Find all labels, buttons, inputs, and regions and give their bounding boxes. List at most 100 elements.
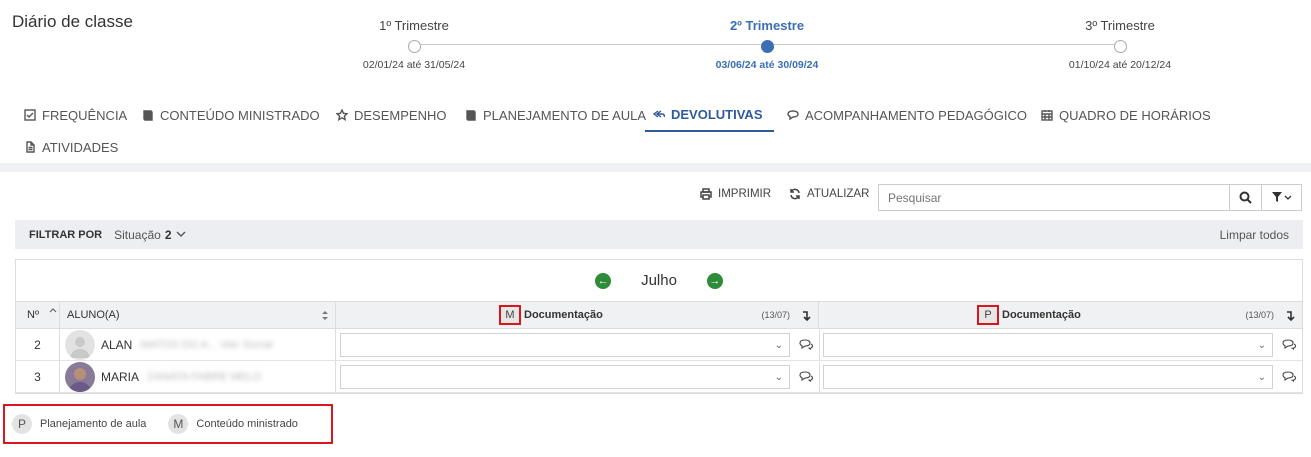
trimester-dot[interactable] xyxy=(760,40,774,53)
filter-bar: FILTRAR POR Situação 2 Limpar todos xyxy=(15,220,1303,249)
page-title: Diário de classe xyxy=(12,12,133,31)
trimester-dates: 02/01/24 até 31/05/24 xyxy=(362,59,466,71)
tab-label: ATIVIDADES xyxy=(42,139,119,155)
avatar xyxy=(65,361,95,392)
tab-label: PLANEJAMENTO DE AULA xyxy=(483,107,647,123)
check-square-icon xyxy=(24,109,36,121)
chevron-down-icon: ⌄ xyxy=(774,340,783,351)
tab-label: CONTEÚDO MINISTRADO xyxy=(160,107,320,123)
chevron-down-icon: ⌄ xyxy=(1257,340,1266,351)
student-header-label: ALUNO(A) xyxy=(67,309,120,321)
next-month-button[interactable]: → xyxy=(706,272,723,289)
export-arrow-icon[interactable] xyxy=(1285,310,1295,322)
filter-label: FILTRAR POR xyxy=(29,228,103,241)
chat-icon xyxy=(787,110,799,121)
devolutivas-grid: ← Julho → Nº ALUNO(A) M Documentação (13… xyxy=(15,259,1303,394)
comment-icon[interactable] xyxy=(1282,339,1296,350)
month-navigator: ← Julho → xyxy=(16,260,1302,301)
tab-devolutivas[interactable]: DEVOLUTIVAS xyxy=(645,98,774,132)
reply-all-icon xyxy=(653,110,665,118)
star-icon xyxy=(336,109,348,121)
tab-conteudo-ministrado[interactable]: CONTEÚDO MINISTRADO xyxy=(134,98,328,132)
table-row: 2 ALAN MATOS DO A... Vier Social ⌄ ⌄ xyxy=(16,329,1302,361)
search-box xyxy=(878,184,1302,211)
situation-count: 2 xyxy=(164,227,172,242)
student-name: ALAN xyxy=(101,337,133,352)
user-icon xyxy=(70,336,90,358)
calendar-icon xyxy=(1041,110,1053,121)
grid-header: Nº ALUNO(A) M Documentação (13/07) P Doc… xyxy=(16,301,1302,329)
situation-filter[interactable]: Situação 2 xyxy=(114,227,186,242)
chevron-down-icon xyxy=(176,231,186,237)
devolutiva-select[interactable]: ⌄ xyxy=(340,365,790,389)
trimester-name: 2º Trimestre xyxy=(729,18,805,33)
refresh-button[interactable]: ATUALIZAR xyxy=(789,188,869,200)
devolutiva-select[interactable]: ⌄ xyxy=(823,365,1273,389)
legend: P Planejamento de aula M Conteúdo minist… xyxy=(3,404,333,444)
trimester-3[interactable]: 3º Trimestre 01/10/24 até 20/12/24 xyxy=(1010,18,1230,71)
funnel-icon xyxy=(1271,192,1291,202)
student-name-redacted: ZANATA FABRE MELO xyxy=(147,370,262,383)
search-icon xyxy=(1239,191,1252,204)
legend-item: M Conteúdo ministrado xyxy=(168,414,298,434)
number-header-label: Nº xyxy=(27,309,39,321)
trimester-dot[interactable] xyxy=(407,40,421,53)
trimester-dates: 01/10/24 até 20/12/24 xyxy=(1068,59,1172,71)
column-title: Documentação xyxy=(524,309,603,321)
book-icon xyxy=(466,110,476,121)
user-photo-icon xyxy=(69,367,91,392)
column-divider xyxy=(819,361,820,392)
month-label: Julho xyxy=(641,272,677,289)
legend-label: Conteúdo ministrado xyxy=(196,418,298,430)
row-number: 2 xyxy=(16,329,60,360)
search-button[interactable] xyxy=(1229,185,1261,210)
tab-acompanhamento-pedagogico[interactable]: ACOMPANHAMENTO PEDAGÓGICO xyxy=(779,98,1035,132)
sort-icon xyxy=(322,310,328,320)
avatar xyxy=(65,329,95,360)
book-icon xyxy=(143,110,153,121)
tab-label: DESEMPENHO xyxy=(354,107,447,123)
trimester-dot[interactable] xyxy=(1113,40,1127,53)
print-button[interactable]: IMPRIMIR xyxy=(700,188,771,200)
column-date: (13/07) xyxy=(761,310,790,320)
sort-up-icon xyxy=(49,308,57,313)
comment-icon[interactable] xyxy=(1282,371,1296,382)
clear-all-button[interactable]: Limpar todos xyxy=(1220,228,1289,242)
previous-month-button[interactable]: ← xyxy=(595,272,612,289)
tab-label: FREQUÊNCIA xyxy=(42,107,128,123)
trimester-name: 1º Trimestre xyxy=(379,18,449,33)
table-row: 3 MARIA ZANATA FABRE MELO ⌄ ⌄ xyxy=(16,361,1302,393)
badge-m: M xyxy=(499,305,521,325)
tab-desempenho[interactable]: DESEMPENHO xyxy=(328,98,454,132)
tab-atividades[interactable]: ATIVIDADES xyxy=(16,130,126,164)
devolutiva-select[interactable]: ⌄ xyxy=(823,333,1273,357)
refresh-icon xyxy=(790,188,800,200)
tab-label: DEVOLUTIVAS xyxy=(671,106,763,122)
number-column-header[interactable]: Nº xyxy=(16,302,60,328)
legend-item: P Planejamento de aula xyxy=(12,414,146,434)
devolutiva-select[interactable]: ⌄ xyxy=(340,333,790,357)
trimester-1[interactable]: 1º Trimestre 02/01/24 até 31/05/24 xyxy=(304,18,524,71)
trimester-2[interactable]: 2º Trimestre 03/06/24 até 30/09/24 xyxy=(657,18,877,71)
comment-icon[interactable] xyxy=(799,339,813,350)
arrow-left-icon: ← xyxy=(597,274,609,287)
section-separator xyxy=(0,163,1311,172)
search-input[interactable] xyxy=(879,185,1229,210)
arrow-right-icon: → xyxy=(709,274,721,287)
tab-planejamento-aula[interactable]: PLANEJAMENTO DE AULA xyxy=(457,98,654,132)
student-column-header[interactable]: ALUNO(A) xyxy=(60,302,336,328)
file-icon xyxy=(26,141,35,153)
column-divider xyxy=(819,329,820,360)
legend-label: Planejamento de aula xyxy=(40,418,147,430)
export-arrow-icon[interactable] xyxy=(801,310,811,322)
student-name: MARIA xyxy=(101,369,140,384)
tab-label: ACOMPANHAMENTO PEDAGÓGICO xyxy=(805,107,1027,123)
comment-icon[interactable] xyxy=(799,371,813,382)
tab-frequencia[interactable]: FREQUÊNCIA xyxy=(16,98,135,132)
row-number: 3 xyxy=(16,361,60,392)
filter-dropdown-button[interactable] xyxy=(1261,185,1301,210)
student-cell: ALAN MATOS DO A... Vier Social xyxy=(60,329,336,360)
legend-badge: M xyxy=(168,414,189,434)
tab-quadro-horarios[interactable]: QUADRO DE HORÁRIOS xyxy=(1033,98,1219,132)
legend-badge: P xyxy=(12,414,32,434)
